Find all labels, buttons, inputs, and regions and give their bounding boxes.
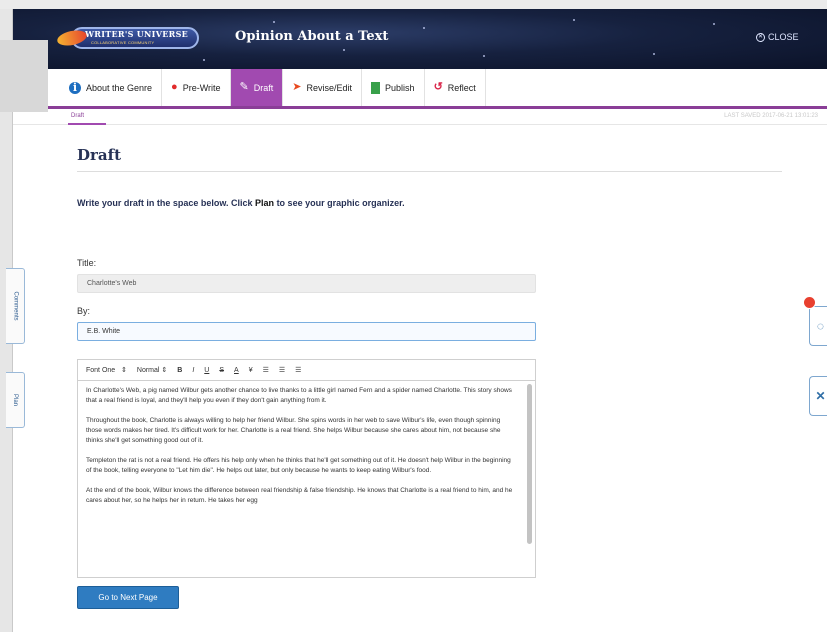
ordered-list-button[interactable]: ☰ [263,366,269,374]
breadcrumb[interactable]: Draft [71,113,84,119]
align-button[interactable]: ☰ [295,366,301,374]
plan-link[interactable]: Plan [255,198,274,208]
chat-tab[interactable]: ◌ [809,306,827,346]
document-icon [371,81,381,94]
tab-draft[interactable]: ✎ Draft [230,69,284,106]
draft-paragraph: In Charlotte's Web, a pig named Wilbur g… [86,387,512,404]
comments-tab-label: Comments [12,291,19,321]
reflect-icon: ↺ [433,81,443,93]
tab-bar: i About the Genre ● Pre-Write ✎ Draft ➤ … [13,69,827,109]
italic-button[interactable]: I [192,367,194,374]
strike-button[interactable]: S [219,367,224,374]
star [713,23,715,25]
last-saved-timestamp: LAST SAVED 2017-06-21 13:01:23 [724,113,818,119]
logo-text: WRITER'S UNIVERSE [85,29,189,39]
breadcrumb-row: Draft LAST SAVED 2017-06-21 13:01:23 [13,109,827,125]
bullet-list-button[interactable]: ☰ [279,366,285,374]
editor-scrollbar[interactable] [527,384,532,544]
font-select-value: Font One [86,367,116,374]
tab-label: Draft [253,82,274,93]
underline-button[interactable]: U [204,367,209,374]
breadcrumb-underline [68,123,106,125]
tab-label: About the Genre [86,82,153,93]
close-icon: ✕ [815,389,826,403]
title-label: Title: [77,258,97,268]
star [273,21,275,23]
editor-toolbar: Font One ⇕ Normal ⇕ B I U S A ¥ ☰ ☰ ☰ [78,360,535,381]
tab-label: Revise/Edit [306,82,353,93]
info-icon: i [69,81,81,94]
comments-side-tab[interactable]: Comments [6,268,25,344]
editor-text-area[interactable]: In Charlotte's Web, a pig named Wilbur g… [78,381,524,577]
author-field[interactable]: E.B. White [77,322,536,341]
tab-pre-write[interactable]: ● Pre-Write [162,69,231,106]
star [483,55,485,57]
star [423,27,425,29]
screen: WRITER'S UNIVERSE COLLABORATIVE COMMUNIT… [0,0,827,632]
tab-label: Reflect [447,82,476,93]
logo-subtext: COLLABORATIVE COMMUNITY [91,40,155,45]
chat-icon: ◌ [816,319,825,333]
writers-universe-logo: WRITER'S UNIVERSE COLLABORATIVE COMMUNIT… [55,23,203,53]
plan-side-tab[interactable]: Plan [6,372,25,428]
star [653,53,655,55]
instructions-text: Write your draft in the space below. Cli… [77,198,256,208]
tab-reflect[interactable]: ↺ Reflect [425,69,486,106]
frame-shadow [0,40,48,112]
app-title: Opinion About a Text [235,29,389,44]
tab-about-the-genre[interactable]: i About the Genre [60,69,163,106]
bold-button[interactable]: B [177,367,182,374]
draft-editor: Font One ⇕ Normal ⇕ B I U S A ¥ ☰ ☰ ☰ In… [77,359,536,578]
close-panel-tab[interactable]: ✕ [809,376,827,416]
header-banner: WRITER'S UNIVERSE COLLABORATIVE COMMUNIT… [13,9,827,69]
size-select[interactable]: Normal ⇕ [137,366,167,374]
next-page-button[interactable]: Go to Next Page [77,586,179,609]
draft-paragraph: Templeton the rat is not a real friend. … [86,457,511,474]
app-window: WRITER'S UNIVERSE COLLABORATIVE COMMUNIT… [12,9,827,632]
close-label: CLOSE [768,32,799,42]
title-field[interactable]: Charlotte's Web [77,274,536,293]
draft-paragraph: At the end of the book, Wilbur knows the… [86,487,513,504]
highlight-button[interactable]: ¥ [249,367,253,374]
star [203,59,205,61]
tab-revise-edit[interactable]: ➤ Revise/Edit [283,69,363,106]
tab-publish[interactable]: Publish [362,69,425,106]
close-button[interactable]: ✕ CLOSE [756,32,799,42]
text-color-button[interactable]: A [234,367,239,374]
instructions: Write your draft in the space below. Cli… [77,197,437,210]
pin-icon: ● [171,81,178,93]
frame-top [0,0,827,9]
cursor-icon: ➤ [292,81,302,93]
font-select[interactable]: Font One ⇕ [86,366,127,374]
instructions-text-end: to see your graphic organizer. [274,198,405,208]
tab-label: Pre-Write [182,82,221,93]
pencil-icon: ✎ [239,81,249,93]
size-select-value: Normal [136,367,160,374]
star [343,49,345,51]
page-title: Draft [77,146,122,164]
star [573,19,575,21]
notification-badge [803,296,816,309]
draft-paragraph: Throughout the book, Charlotte is always… [86,417,501,444]
tab-label: Publish [385,82,415,93]
plan-tab-label: Plan [11,393,18,407]
close-icon: ✕ [756,32,765,42]
by-label: By: [77,306,91,316]
title-divider [77,171,782,172]
